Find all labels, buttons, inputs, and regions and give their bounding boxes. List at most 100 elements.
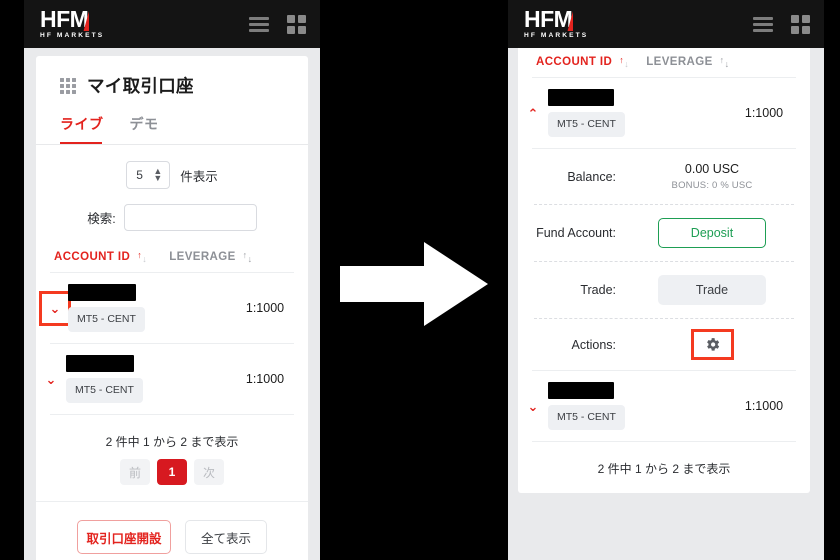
account-detail-panel: Balance: 0.00 USC BONUS: 0 % USC Fund Ac… [518,149,810,370]
accounts-card: マイ取引口座 ライブ デモ 5 ▲▼ 件表示 [518,0,810,494]
right-arrow-icon [340,242,488,326]
show-all-button[interactable]: 全て表示 [185,520,267,555]
logo-m-text: M [69,6,89,33]
account-id-redacted [548,89,614,106]
accounts-card: マイ取引口座 ライブ デモ 5 ▲▼ 件表示 [36,56,308,560]
column-header-account-id[interactable]: ACCOUNT ID ↑ ↓ [536,55,630,69]
table-header: ACCOUNT ID ↑ ↓ LEVERAGE ↑ ↓ [36,231,308,272]
row-expand-chevron-down-icon[interactable]: ⌄ [36,373,66,386]
page-length-control: 5 ▲ ▼ 件表示 [54,161,290,189]
logo-hf-text: HF [40,6,70,33]
row-expand-chevron-down-icon[interactable]: ⌄ [518,400,548,413]
right-phone-panel: HFM HF MARKETS マイ取引口座 [508,0,824,560]
balance-amount: 0.00 USC [684,162,740,177]
screenshot-stage: HF M HF MARKETS マイ取引口座 ライブ デモ 5 ▲ ▼ 件表示 … [0,0,840,560]
header-icons [249,14,306,34]
row-account-info: MT5 - CENT [66,355,222,404]
grid-icon[interactable] [287,14,306,34]
detail-value-actions [630,329,794,361]
account-type-tabs: ライブ デモ [36,98,308,144]
page-length-value: 5 [136,168,143,182]
logo-wordmark: HF M [40,8,104,31]
pagination-next-button[interactable]: 次 [194,459,225,486]
column-header-leverage-label: LEVERAGE [646,56,713,68]
column-header-account-id[interactable]: ACCOUNT ID ↑ ↓ [54,250,148,264]
account-id-redacted [548,382,614,400]
platform-badge: MT5 - CENT [68,307,145,333]
app-header: HF M HF MARKETS [508,0,824,48]
pagination-info: 2 件中 1 から 2 まで表示 [597,462,731,477]
detail-label-trade: Trade: [580,283,616,298]
apps-dots-icon [60,77,76,94]
page-length-select[interactable]: 5 ▲ ▼ [126,161,171,189]
logo-wordmark: HF M [524,8,588,31]
detail-label-fund-account: Fund Account: [536,226,616,241]
table-row[interactable]: ⌄ MT5 - CENT 1:1000 [36,344,308,414]
row-account-info: MT5 - CENT [548,89,718,138]
search-control: 検索: [54,204,290,231]
right-scroll-area[interactable]: マイ取引口座 ライブ デモ 5 ▲▼ 件表示 [508,0,824,560]
table-row[interactable]: ⌄ MT5 - CENT 1:1000 [36,273,308,343]
search-input[interactable] [123,204,257,231]
page-title-text: マイ取引口座 [87,76,194,96]
detail-value-fund-account: Deposit [630,218,794,249]
row-leverage-value: 1:1000 [744,106,784,121]
account-id-redacted [68,284,136,301]
grid-icon[interactable] [791,14,810,34]
detail-value-trade: Trade [630,275,794,306]
app-header: HF M HF MARKETS [24,0,320,48]
detail-row-trade: Trade: Trade [534,261,794,318]
pagination-info: 2 件中 1 から 2 まで表示 [105,435,239,450]
pagination-buttons: 前 1 次 [36,459,308,486]
column-header-leverage[interactable]: LEVERAGE ↑ ↓ [169,251,253,264]
column-header-account-id-label: ACCOUNT ID [54,251,131,263]
row-account-info: MT5 - CENT [548,382,718,431]
hamburger-icon[interactable] [753,16,773,32]
sort-icon-account-id: ↑ ↓ [619,55,630,69]
table-controls: 5 ▲▼ 件表示 検索: [36,145,308,231]
platform-badge: MT5 - CENT [66,378,143,404]
row-expand-chevron-down-icon[interactable]: ⌄ [39,290,71,326]
detail-label-balance: Balance: [567,169,616,184]
column-header-account-id-label: ACCOUNT ID [536,56,613,68]
tab-live[interactable]: ライブ [60,114,104,144]
logo-tagline: HF MARKETS [524,32,589,40]
trade-button[interactable]: Trade [658,275,766,306]
hamburger-icon[interactable] [249,16,269,32]
gear-icon [706,338,719,351]
logo-tagline: HF MARKETS [40,32,105,40]
row-account-info: MT5 - CENT [68,284,222,333]
hfm-logo: HF M HF MARKETS [40,8,104,40]
table-row-expanded[interactable]: ⌃ MT5 - CENT 1:1000 [518,78,810,148]
pagination-page-1-button[interactable]: 1 [157,459,187,486]
actions-settings-button[interactable] [690,329,734,361]
hfm-logo: HF M HF MARKETS [524,8,588,40]
column-header-leverage-label: LEVERAGE [169,251,236,263]
pagination-prev-button[interactable]: 前 [119,459,150,486]
table-row[interactable]: ⌄ MT5 - CENT 1:1000 [518,371,810,441]
logo-hf-text: HF [524,6,554,33]
sort-icon-account-id: ↑ ↓ [137,250,148,264]
platform-badge: MT5 - CENT [548,112,625,138]
search-label: 検索: [87,212,116,226]
platform-badge: MT5 - CENT [548,405,625,431]
pagination: 2 件中 1 から 2 まで表示 前 1 次 [36,415,308,501]
open-account-button[interactable]: 取引口座開設 [77,520,171,555]
page-length-label: 件表示 [180,169,218,184]
detail-value-balance: 0.00 USC BONUS: 0 % USC [630,162,794,191]
row-collapse-chevron-up-icon[interactable]: ⌃ [518,107,548,120]
stepper-icon: ▲ ▼ [153,166,163,183]
detail-row-fund-account: Fund Account: Deposit [534,204,794,261]
sort-icon-leverage: ↑ ↓ [719,55,730,69]
left-scroll-area[interactable]: マイ取引口座 ライブ デモ 5 ▲ ▼ 件表示 検索: ACCOUNT ID ↑… [24,48,320,560]
deposit-button[interactable]: Deposit [658,218,766,249]
column-header-leverage[interactable]: LEVERAGE ↑ ↓ [646,55,730,69]
detail-row-balance: Balance: 0.00 USC BONUS: 0 % USC [534,149,794,204]
tab-demo[interactable]: デモ [130,114,159,144]
page-title: マイ取引口座 [36,56,308,98]
row-leverage-value: 1:1000 [744,399,784,414]
row-leverage-value: 1:1000 [245,301,285,316]
left-phone-panel: HF M HF MARKETS マイ取引口座 ライブ デモ 5 ▲ ▼ 件表示 … [24,0,320,560]
row-leverage-value: 1:1000 [245,372,285,387]
bonus-amount: BONUS: 0 % USC [671,180,753,192]
